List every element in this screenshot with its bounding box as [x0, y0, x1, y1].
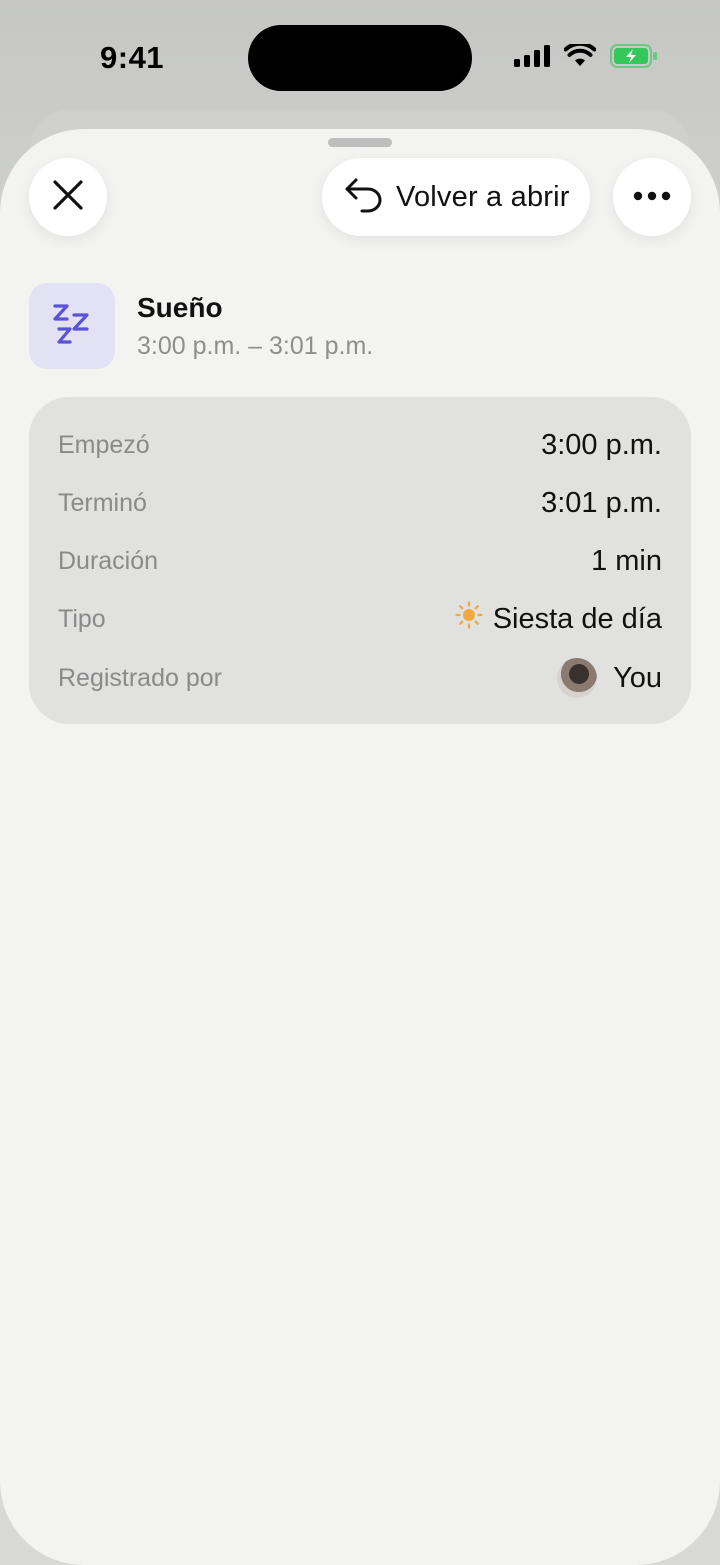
battery-charging-icon — [610, 44, 658, 73]
detail-value: You — [557, 658, 662, 698]
sleep-category-tile — [29, 283, 115, 369]
undo-arrow-icon — [344, 177, 384, 218]
close-icon — [52, 179, 84, 216]
detail-value: Siesta de día — [455, 601, 662, 637]
detail-sheet: Volver a abrir Sueño 3:00 p.m. – 3:01 p.… — [0, 129, 720, 1565]
entry-header-text: Sueño 3:00 p.m. – 3:01 p.m. — [137, 292, 373, 361]
detail-label: Registrado por — [58, 663, 222, 692]
entry-time-range: 3:00 p.m. – 3:01 p.m. — [137, 331, 374, 360]
detail-label: Empezó — [58, 430, 150, 459]
details-card: Empezó 3:00 p.m. Terminó 3:01 p.m. Durac… — [29, 397, 691, 724]
status-icons — [514, 41, 658, 73]
detail-label: Tipo — [58, 604, 106, 633]
detail-row-type: Tipo Siesta de día — [58, 594, 662, 644]
detail-row-started: Empezó 3:00 p.m. — [58, 420, 662, 470]
entry-title: Sueño — [137, 291, 223, 323]
cellular-signal-icon — [514, 45, 550, 72]
detail-label: Duración — [58, 546, 159, 575]
screen: 9:41 Volver a abrir Sueño 3:00 p.m. – 3:… — [0, 0, 720, 1565]
detail-row-logged-by: Registrado por You — [58, 653, 662, 703]
detail-row-duration: Duración 1 min — [58, 536, 662, 586]
status-time: 9:41 — [100, 40, 165, 75]
avatar — [557, 658, 598, 698]
detail-value: 3:00 p.m. — [541, 428, 662, 461]
reopen-label: Volver a abrir — [396, 180, 570, 213]
dynamic-island — [248, 25, 472, 91]
detail-value: 1 min — [591, 544, 662, 577]
status-bar: 9:41 — [0, 0, 720, 116]
entry-header: Sueño 3:00 p.m. – 3:01 p.m. — [29, 283, 373, 369]
sleep-zzz-icon — [52, 302, 92, 351]
detail-value: 3:01 p.m. — [541, 486, 662, 519]
detail-row-ended: Terminó 3:01 p.m. — [58, 478, 662, 528]
sheet-grabber[interactable] — [328, 138, 392, 147]
detail-label: Terminó — [58, 488, 147, 517]
close-button[interactable] — [29, 158, 107, 236]
reopen-button[interactable]: Volver a abrir — [322, 158, 590, 236]
sun-icon — [455, 601, 483, 637]
more-options-button[interactable] — [613, 158, 691, 236]
ellipsis-icon — [633, 188, 671, 206]
wifi-icon — [563, 41, 597, 73]
